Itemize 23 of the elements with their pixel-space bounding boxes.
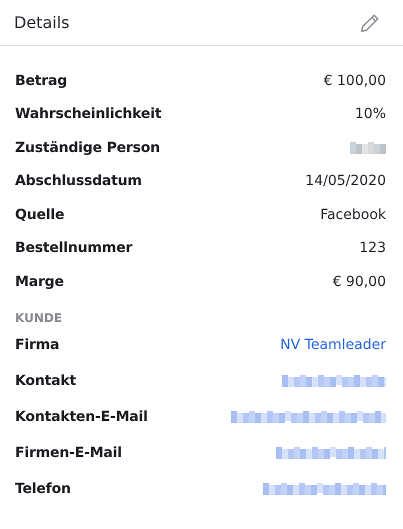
redacted-value (350, 142, 386, 154)
field-label: Marge (15, 274, 64, 290)
field-value: 123 (359, 240, 386, 256)
field-value: € 90,00 (332, 274, 386, 290)
field-value: € 100,00 (324, 72, 386, 89)
field-label: Quelle (15, 206, 64, 223)
field-value: 14/05/2020 (305, 173, 386, 190)
field-label: Bestellnummer (15, 240, 132, 256)
field-value: Facebook (320, 206, 386, 223)
panel-title: Details (14, 13, 70, 32)
section-heading: KUNDE (15, 310, 64, 324)
field-value: 10% (354, 106, 386, 122)
field-label: Kontakten-E-Mail (15, 408, 148, 424)
edit-icon[interactable] (359, 12, 381, 34)
field-label: Firma (15, 336, 60, 352)
field-label: Zuständige Person (15, 140, 160, 156)
field-label: Betrag (15, 72, 68, 89)
field-label: Telefon (15, 480, 71, 496)
field-label: Kontakt (15, 372, 76, 388)
company-link[interactable]: NV Teamleader (280, 336, 386, 352)
field-label: Wahrscheinlichkeit (15, 106, 162, 122)
field-label: Firmen-E-Mail (15, 444, 122, 460)
field-label: Abschlussdatum (15, 173, 142, 190)
